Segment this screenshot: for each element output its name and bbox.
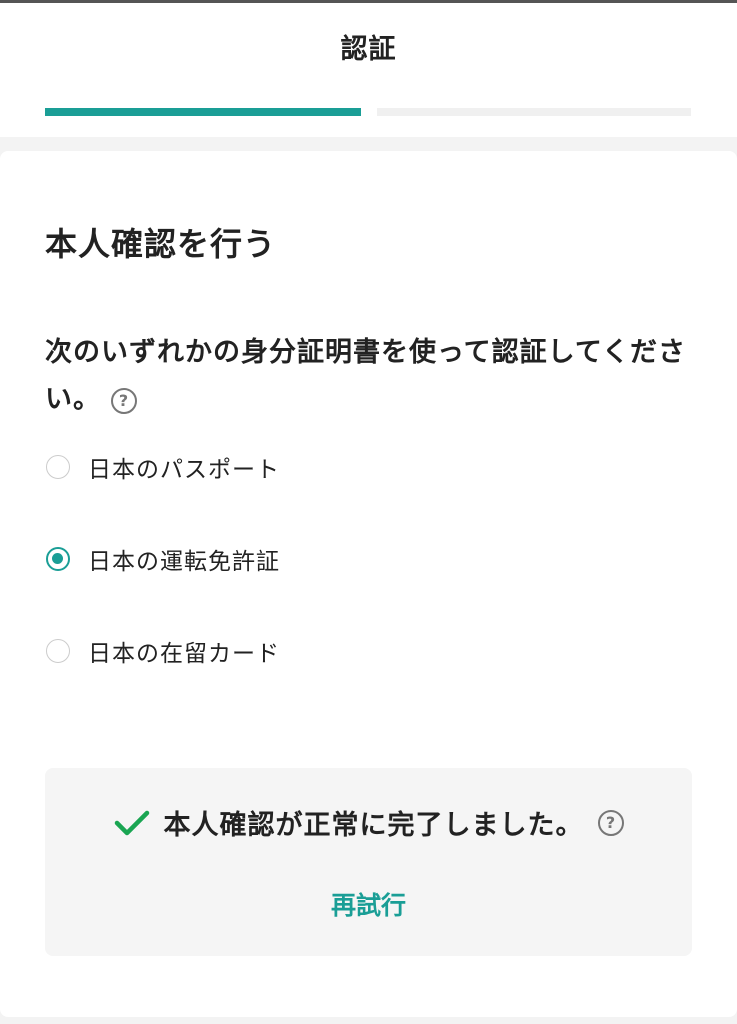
header: 認証 xyxy=(0,3,737,137)
instruction-text: 次のいずれかの身分証明書を使って認証してください。? xyxy=(45,329,695,423)
status-line: 本人確認が正常に完了しました。 ? xyxy=(45,803,692,842)
instruction-label: 次のいずれかの身分証明書を使って認証してください。 xyxy=(45,337,687,415)
radio-option-drivers-license[interactable]: 日本の運転免許証 xyxy=(46,543,280,575)
radio-label: 日本のパスポート xyxy=(88,457,280,483)
question-circle-icon[interactable]: ? xyxy=(111,387,137,414)
radio-label: 日本の在留カード xyxy=(88,641,280,667)
radio-option-passport[interactable]: 日本のパスポート xyxy=(46,451,280,483)
radio-option-residence-card[interactable]: 日本の在留カード xyxy=(46,635,280,667)
section-title: 本人確認を行う xyxy=(45,225,277,263)
status-panel: 本人確認が正常に完了しました。 ? 再試行 xyxy=(45,768,692,956)
radio-button[interactable] xyxy=(46,639,70,663)
radio-button[interactable] xyxy=(46,547,70,571)
status-message: 本人確認が正常に完了しました。 xyxy=(163,810,584,841)
progress-step-remaining xyxy=(377,108,691,116)
retry-button[interactable]: 再試行 xyxy=(45,886,692,922)
radio-button[interactable] xyxy=(46,455,70,479)
verification-card: 本人確認を行う 次のいずれかの身分証明書を使って認証してください。? 日本のパス… xyxy=(0,151,737,1017)
question-circle-icon[interactable]: ? xyxy=(597,809,624,836)
radio-label: 日本の運転免許証 xyxy=(88,549,280,575)
progress-step-completed xyxy=(45,108,361,116)
checkmark-icon xyxy=(114,810,149,835)
page-header-title: 認証 xyxy=(340,34,397,65)
